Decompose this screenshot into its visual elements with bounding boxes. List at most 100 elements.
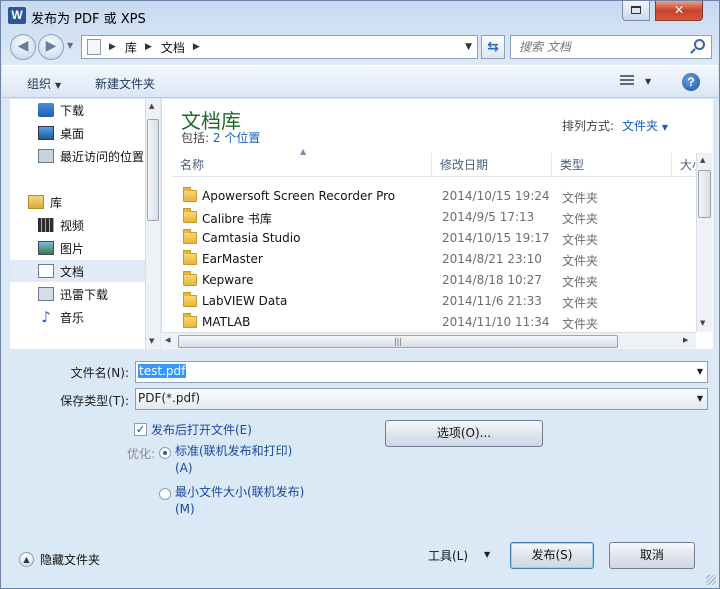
file-row[interactable]: Kepware 2014/8/18 10:27 文件夹 (172, 270, 694, 291)
nav-item-downloads[interactable]: 下载 (10, 99, 145, 121)
nav-item-label: 文档 (60, 264, 85, 279)
address-bar[interactable]: ▶ 库 ▶ 文档 ▶ ▼ (81, 35, 478, 59)
help-icon[interactable]: ? (682, 73, 700, 91)
breadcrumb-chevron-icon[interactable]: ▶ (109, 42, 116, 52)
column-date[interactable]: 修改日期 (432, 153, 552, 177)
breadcrumb-documents[interactable]: 文档 (161, 39, 185, 56)
folder-icon (183, 229, 197, 244)
search-input[interactable] (511, 36, 681, 58)
file-list-vscrollbar[interactable]: ▲ ▼ (696, 153, 712, 332)
library-locations-link[interactable]: 2 个位置 (213, 131, 260, 145)
nav-item-documents[interactable]: 文档 (10, 260, 145, 282)
publish-button[interactable]: 发布(S) (510, 542, 594, 569)
filename-field[interactable]: test.pdf ▼ (135, 361, 708, 383)
view-options-icon[interactable] (620, 75, 634, 87)
chevron-down-icon[interactable]: ▼ (697, 367, 703, 376)
download-icon (38, 103, 54, 117)
optimize-minimum-label[interactable]: 最小文件大小(联机发布)(M) (175, 484, 305, 518)
options-button[interactable]: 选项(O)... (385, 420, 543, 447)
breadcrumb-chevron-icon[interactable]: ▶ (193, 42, 200, 52)
savetype-select[interactable]: PDF(*.pdf) ▼ (135, 388, 708, 410)
folder-icon (183, 292, 197, 307)
window-title: 发布为 PDF 或 XPS (31, 12, 146, 27)
file-name: Apowersoft Screen Recorder Pro (202, 189, 396, 203)
arrange-by-dropdown[interactable]: 文件夹 ▼ (622, 119, 668, 133)
file-row[interactable]: MATLAB 2014/11/10 11:34 文件夹 (172, 312, 694, 333)
view-dropdown-icon[interactable]: ▼ (645, 77, 651, 86)
nav-scrollbar[interactable]: ▲ ▼ (145, 99, 160, 349)
chevron-down-icon[interactable]: ▼ (697, 394, 703, 403)
breadcrumb-chevron-icon[interactable]: ▶ (145, 42, 152, 52)
file-list-hscroll-thumb[interactable]: ||| (178, 335, 618, 348)
recent-places-icon (38, 149, 54, 163)
library-icon (28, 195, 44, 209)
nav-item-label: 下载 (60, 103, 85, 118)
column-type[interactable]: 类型 (552, 153, 672, 177)
optimize-standard-radio[interactable] (159, 447, 171, 459)
file-name: EarMaster (202, 252, 263, 266)
filename-value[interactable]: test.pdf (138, 364, 187, 378)
nav-scroll-thumb[interactable] (147, 119, 159, 221)
file-row[interactable]: LabVIEW Data 2014/11/6 21:33 文件夹 (172, 291, 694, 312)
documents-icon (38, 264, 54, 278)
chevron-down-icon: ▼ (55, 81, 62, 90)
file-date: 2014/11/6 21:33 (442, 294, 542, 308)
nav-item-xunlei-downloads[interactable]: 迅雷下载 (10, 283, 145, 305)
organize-button[interactable]: 组织 ▼ (27, 75, 61, 92)
open-after-publish-checkbox[interactable]: ✓ (134, 423, 147, 436)
nav-item-pictures[interactable]: 图片 (10, 237, 145, 259)
nav-item-label: 音乐 (60, 310, 85, 325)
optimize-label: 优化: (127, 447, 156, 461)
desktop-icon (38, 126, 54, 140)
close-button[interactable]: ✕ (655, 1, 703, 21)
file-type: 文件夹 (562, 233, 599, 247)
hide-folders-button[interactable]: ▲ 隐藏文件夹 (19, 551, 100, 568)
scroll-down-icon[interactable]: ▼ (149, 337, 154, 345)
scroll-up-icon[interactable]: ▲ (700, 156, 705, 164)
breadcrumb-library[interactable]: 库 (125, 39, 137, 56)
cancel-button[interactable]: 取消 (609, 542, 695, 569)
arrange-by: 排列方式: 文件夹 ▼ (562, 117, 668, 134)
restore-button[interactable] (622, 1, 650, 21)
scroll-up-icon[interactable]: ▲ (149, 102, 154, 110)
file-list-hscrollbar[interactable]: ◀ ||| ▶ (161, 332, 696, 349)
file-list-vscroll-thumb[interactable] (698, 170, 711, 218)
nav-item-videos[interactable]: 视频 (10, 214, 145, 236)
search-box[interactable] (510, 35, 712, 59)
new-folder-button[interactable]: 新建文件夹 (95, 75, 155, 92)
optimize-minimum-radio[interactable] (159, 488, 171, 500)
back-button[interactable]: ◀ (10, 34, 36, 60)
nav-item-desktop[interactable]: 桌面 (10, 122, 145, 144)
file-type: 文件夹 (562, 317, 599, 331)
refresh-button[interactable]: ⇆ (481, 35, 505, 59)
nav-item-recent-places[interactable]: 最近访问的位置 (10, 145, 145, 167)
savetype-value: PDF(*.pdf) (138, 391, 201, 405)
file-date: 2014/9/5 17:13 (442, 210, 535, 224)
tools-dropdown-icon[interactable]: ▼ (484, 550, 490, 559)
includes-label: 包括: (181, 131, 210, 145)
file-type: 文件夹 (562, 296, 599, 310)
file-row[interactable]: Apowersoft Screen Recorder Pro 2014/10/1… (172, 186, 694, 207)
recent-locations-dropdown[interactable]: ▼ (67, 41, 73, 50)
file-list-pane: 文档库 包括: 2 个位置 排列方式: 文件夹 ▼ ▲ 名称 修改日期 类型 大小… (161, 99, 713, 349)
scroll-left-icon[interactable]: ◀ (165, 336, 170, 344)
nav-item-label: 桌面 (60, 126, 85, 141)
search-icon[interactable] (694, 39, 705, 50)
column-name[interactable]: 名称 (172, 153, 432, 177)
file-row[interactable]: EarMaster 2014/8/21 23:10 文件夹 (172, 249, 694, 270)
scroll-right-icon[interactable]: ▶ (683, 336, 688, 344)
optimize-standard-label[interactable]: 标准(联机发布和打印)(A) (175, 443, 305, 477)
forward-button[interactable]: ▶ (38, 34, 64, 60)
nav-item-label: 视频 (60, 218, 85, 233)
nav-item-libraries[interactable]: 库 (10, 191, 145, 213)
open-after-publish-label[interactable]: 发布后打开文件(E) (151, 421, 252, 438)
nav-item-label: 库 (50, 195, 63, 210)
nav-item-music[interactable]: ♪ 音乐 (10, 306, 145, 328)
tools-menu-button[interactable]: 工具(L) (428, 547, 468, 564)
resize-grip[interactable] (706, 575, 716, 585)
file-row[interactable]: Calibre 书库 2014/9/5 17:13 文件夹 (172, 207, 694, 228)
file-row[interactable]: Camtasia Studio 2014/10/15 19:17 文件夹 (172, 228, 694, 249)
address-dropdown-icon[interactable]: ▼ (465, 42, 472, 52)
scroll-down-icon[interactable]: ▼ (700, 319, 705, 327)
file-name: Kepware (202, 273, 254, 287)
